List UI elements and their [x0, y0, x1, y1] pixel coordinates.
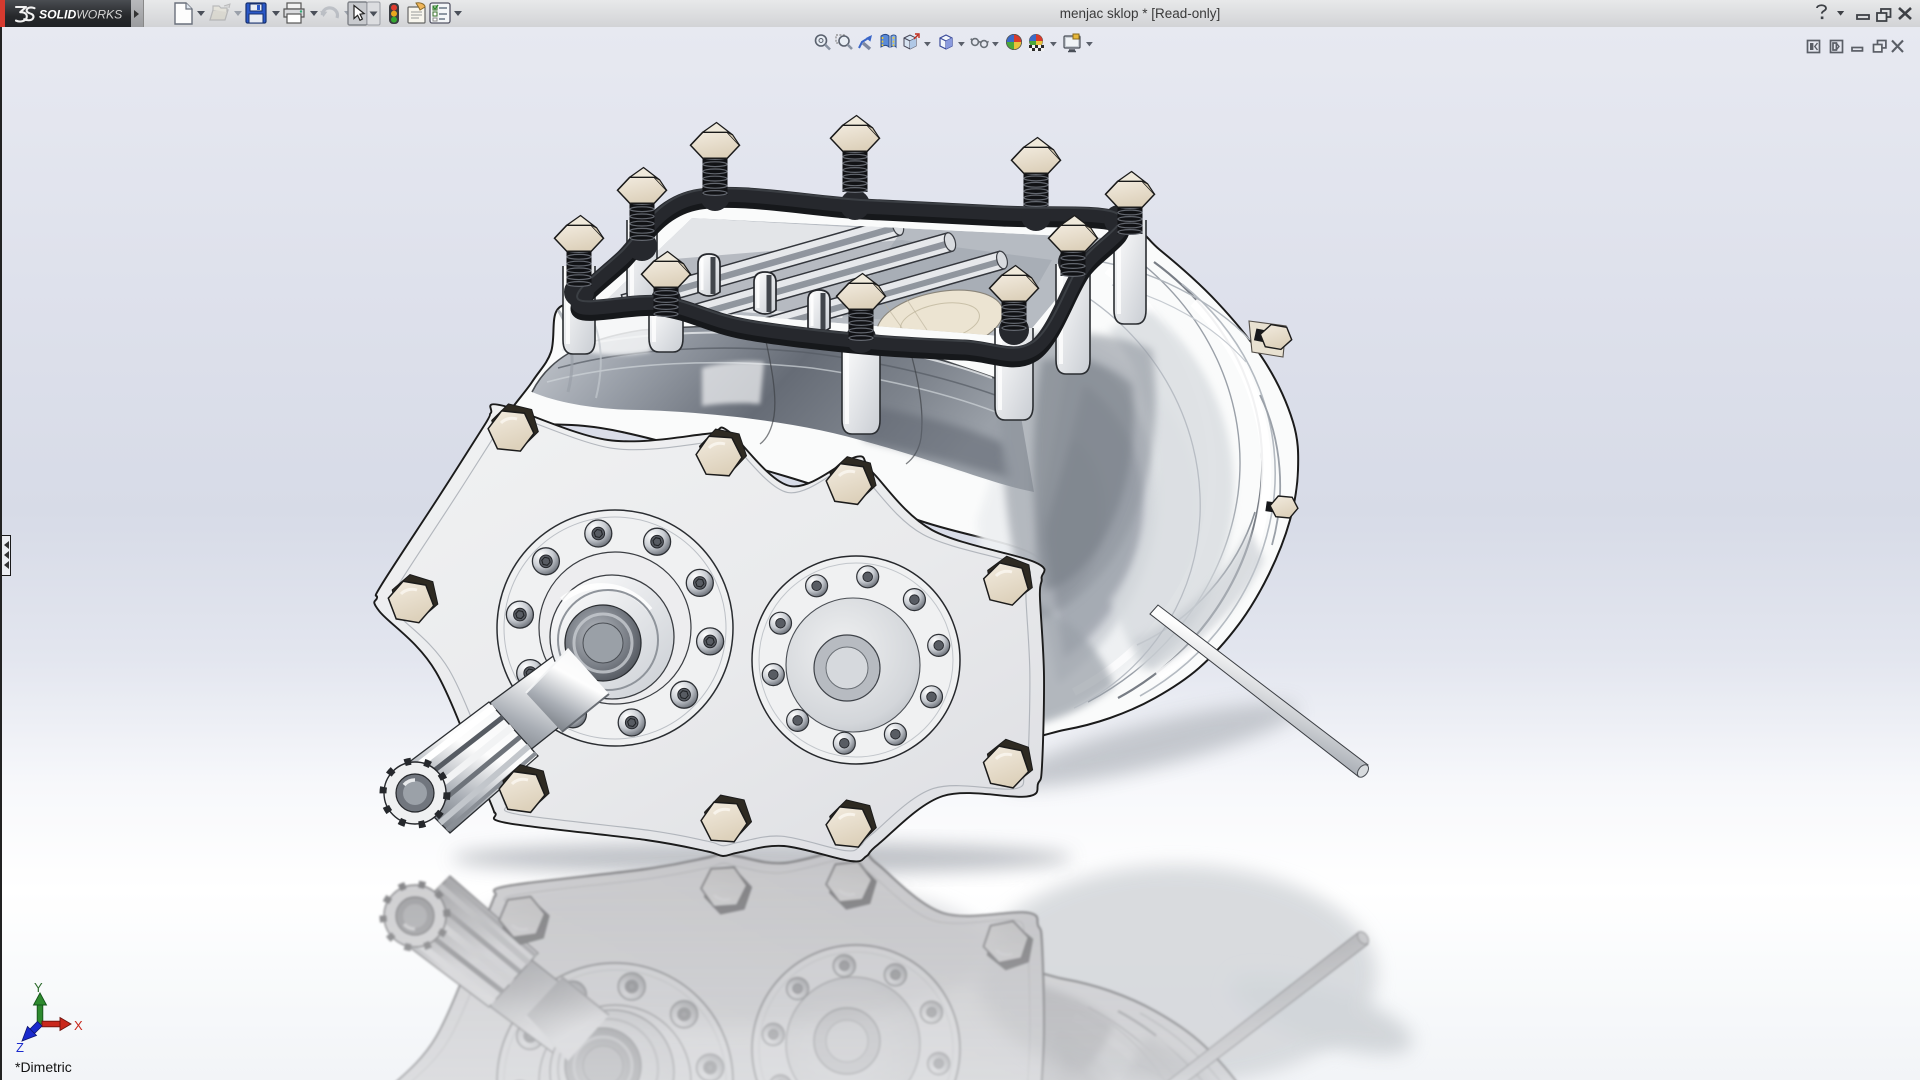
- svg-text:SOLIDWORKS: SOLIDWORKS: [39, 8, 122, 22]
